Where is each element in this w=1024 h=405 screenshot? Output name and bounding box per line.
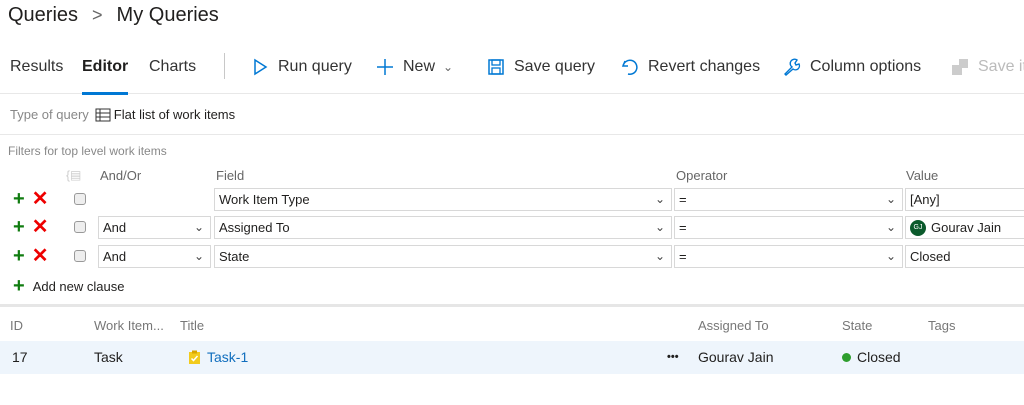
toolbar-divider [224,53,225,79]
chevron-down-icon: ⌄ [193,220,204,234]
add-clause-icon[interactable]: + [13,246,25,266]
value-input[interactable]: GJ Gourav Jain [905,216,1024,239]
more-actions-icon[interactable]: ••• [667,351,679,363]
chevron-right-icon: > [92,5,103,25]
remove-clause-icon[interactable]: ✕ [32,217,49,237]
clause-checkbox[interactable] [74,221,86,233]
col-header-title[interactable]: Title [180,318,204,333]
query-type-selector[interactable]: Flat list of work items [95,107,235,122]
cell-title: Task-1 [188,349,248,365]
col-header-state[interactable]: State [842,318,872,333]
clause-row: + ✕ And ⌄ State ⌄ = ⌄ Closed [0,245,1024,269]
add-new-clause-button[interactable]: + Add new clause [13,275,124,298]
remove-clause-icon[interactable]: ✕ [32,246,49,266]
new-button[interactable]: New ⌄ [375,57,453,77]
add-clause-icon[interactable]: + [13,217,25,237]
plus-icon: + [13,275,25,297]
value-header: Value [906,168,939,183]
clause-checkbox[interactable] [74,193,86,205]
save-query-button[interactable]: Save query [486,57,595,77]
chevron-down-icon: ⌄ [885,249,896,263]
section-divider [0,304,1024,307]
clause-row: + ✕ And ⌄ Assigned To ⌄ = ⌄ GJ Gourav Jain [0,216,1024,240]
operator-select[interactable]: = ⌄ [674,245,903,268]
col-header-type[interactable]: Work Item... [94,318,164,333]
run-query-button[interactable]: Run query [250,57,352,77]
andor-select[interactable]: And ⌄ [98,216,211,239]
chevron-down-icon: ⌄ [654,220,665,234]
save-icon [488,59,504,75]
field-select[interactable]: Work Item Type ⌄ [214,188,672,211]
page-title: My Queries [116,4,219,26]
operator-select[interactable]: = ⌄ [674,216,903,239]
cell-id: 17 [12,349,28,365]
tab-charts[interactable]: Charts [149,58,196,94]
plus-icon [377,59,393,75]
field-select[interactable]: State ⌄ [214,245,672,268]
chevron-down-icon: ⌄ [654,192,665,206]
col-header-assigned[interactable]: Assigned To [698,318,769,333]
tab-editor[interactable]: Editor [82,58,129,95]
cell-assigned: Gourav Jain [698,349,774,365]
query-type-label: Type of query [10,107,89,122]
cell-type: Task [94,349,123,365]
tab-results[interactable]: Results [10,58,63,94]
table-row[interactable]: 17 Task Task-1 ••• Gourav Jain Closed [0,341,1024,374]
wrench-icon [784,58,801,76]
breadcrumb-queries[interactable]: Queries [8,4,78,27]
work-item-link[interactable]: Task-1 [207,349,248,365]
undo-icon [621,59,638,76]
chevron-down-icon: ⌄ [885,220,896,234]
clause-row: + ✕ Work Item Type ⌄ = ⌄ [Any] [0,188,1024,212]
breadcrumb: Queries > My Queries [8,4,219,27]
cell-state: Closed [842,349,901,365]
chevron-down-icon: ⌄ [885,192,896,206]
andor-select[interactable]: And ⌄ [98,245,211,268]
field-header: Field [216,168,245,183]
add-clause-icon[interactable]: + [13,189,25,209]
chevron-down-icon: ⌄ [443,60,454,74]
remove-clause-icon[interactable]: ✕ [32,189,49,209]
clause-checkbox[interactable] [74,250,86,262]
chevron-down-icon: ⌄ [654,249,665,263]
avatar: GJ [910,219,926,236]
operator-select[interactable]: = ⌄ [674,188,903,211]
column-options-button[interactable]: Column options [782,57,921,77]
toolbar: Results Editor Charts Run query New ⌄ Sa… [0,52,1024,95]
field-select[interactable]: Assigned To ⌄ [214,216,672,239]
table-icon [95,108,111,121]
revert-changes-button[interactable]: Revert changes [620,57,760,77]
query-type-row: Type of query Flat list of work items [0,95,1024,135]
play-icon [254,58,268,76]
value-input[interactable]: Closed [905,245,1024,268]
operator-header: Operator [676,168,728,183]
filters-label: Filters for top level work items [8,144,167,158]
col-header-tags[interactable]: Tags [928,318,955,333]
andor-header: And/Or [100,168,142,183]
col-header-id[interactable]: ID [10,318,23,333]
save-all-icon [952,59,968,75]
value-input[interactable]: [Any] [905,188,1024,211]
save-items-button[interactable]: Save it [950,57,1024,77]
chevron-down-icon: ⌄ [193,249,204,263]
state-dot-icon [842,352,851,362]
group-clauses-icon[interactable]: {▤ [66,168,81,182]
task-icon [189,350,200,364]
